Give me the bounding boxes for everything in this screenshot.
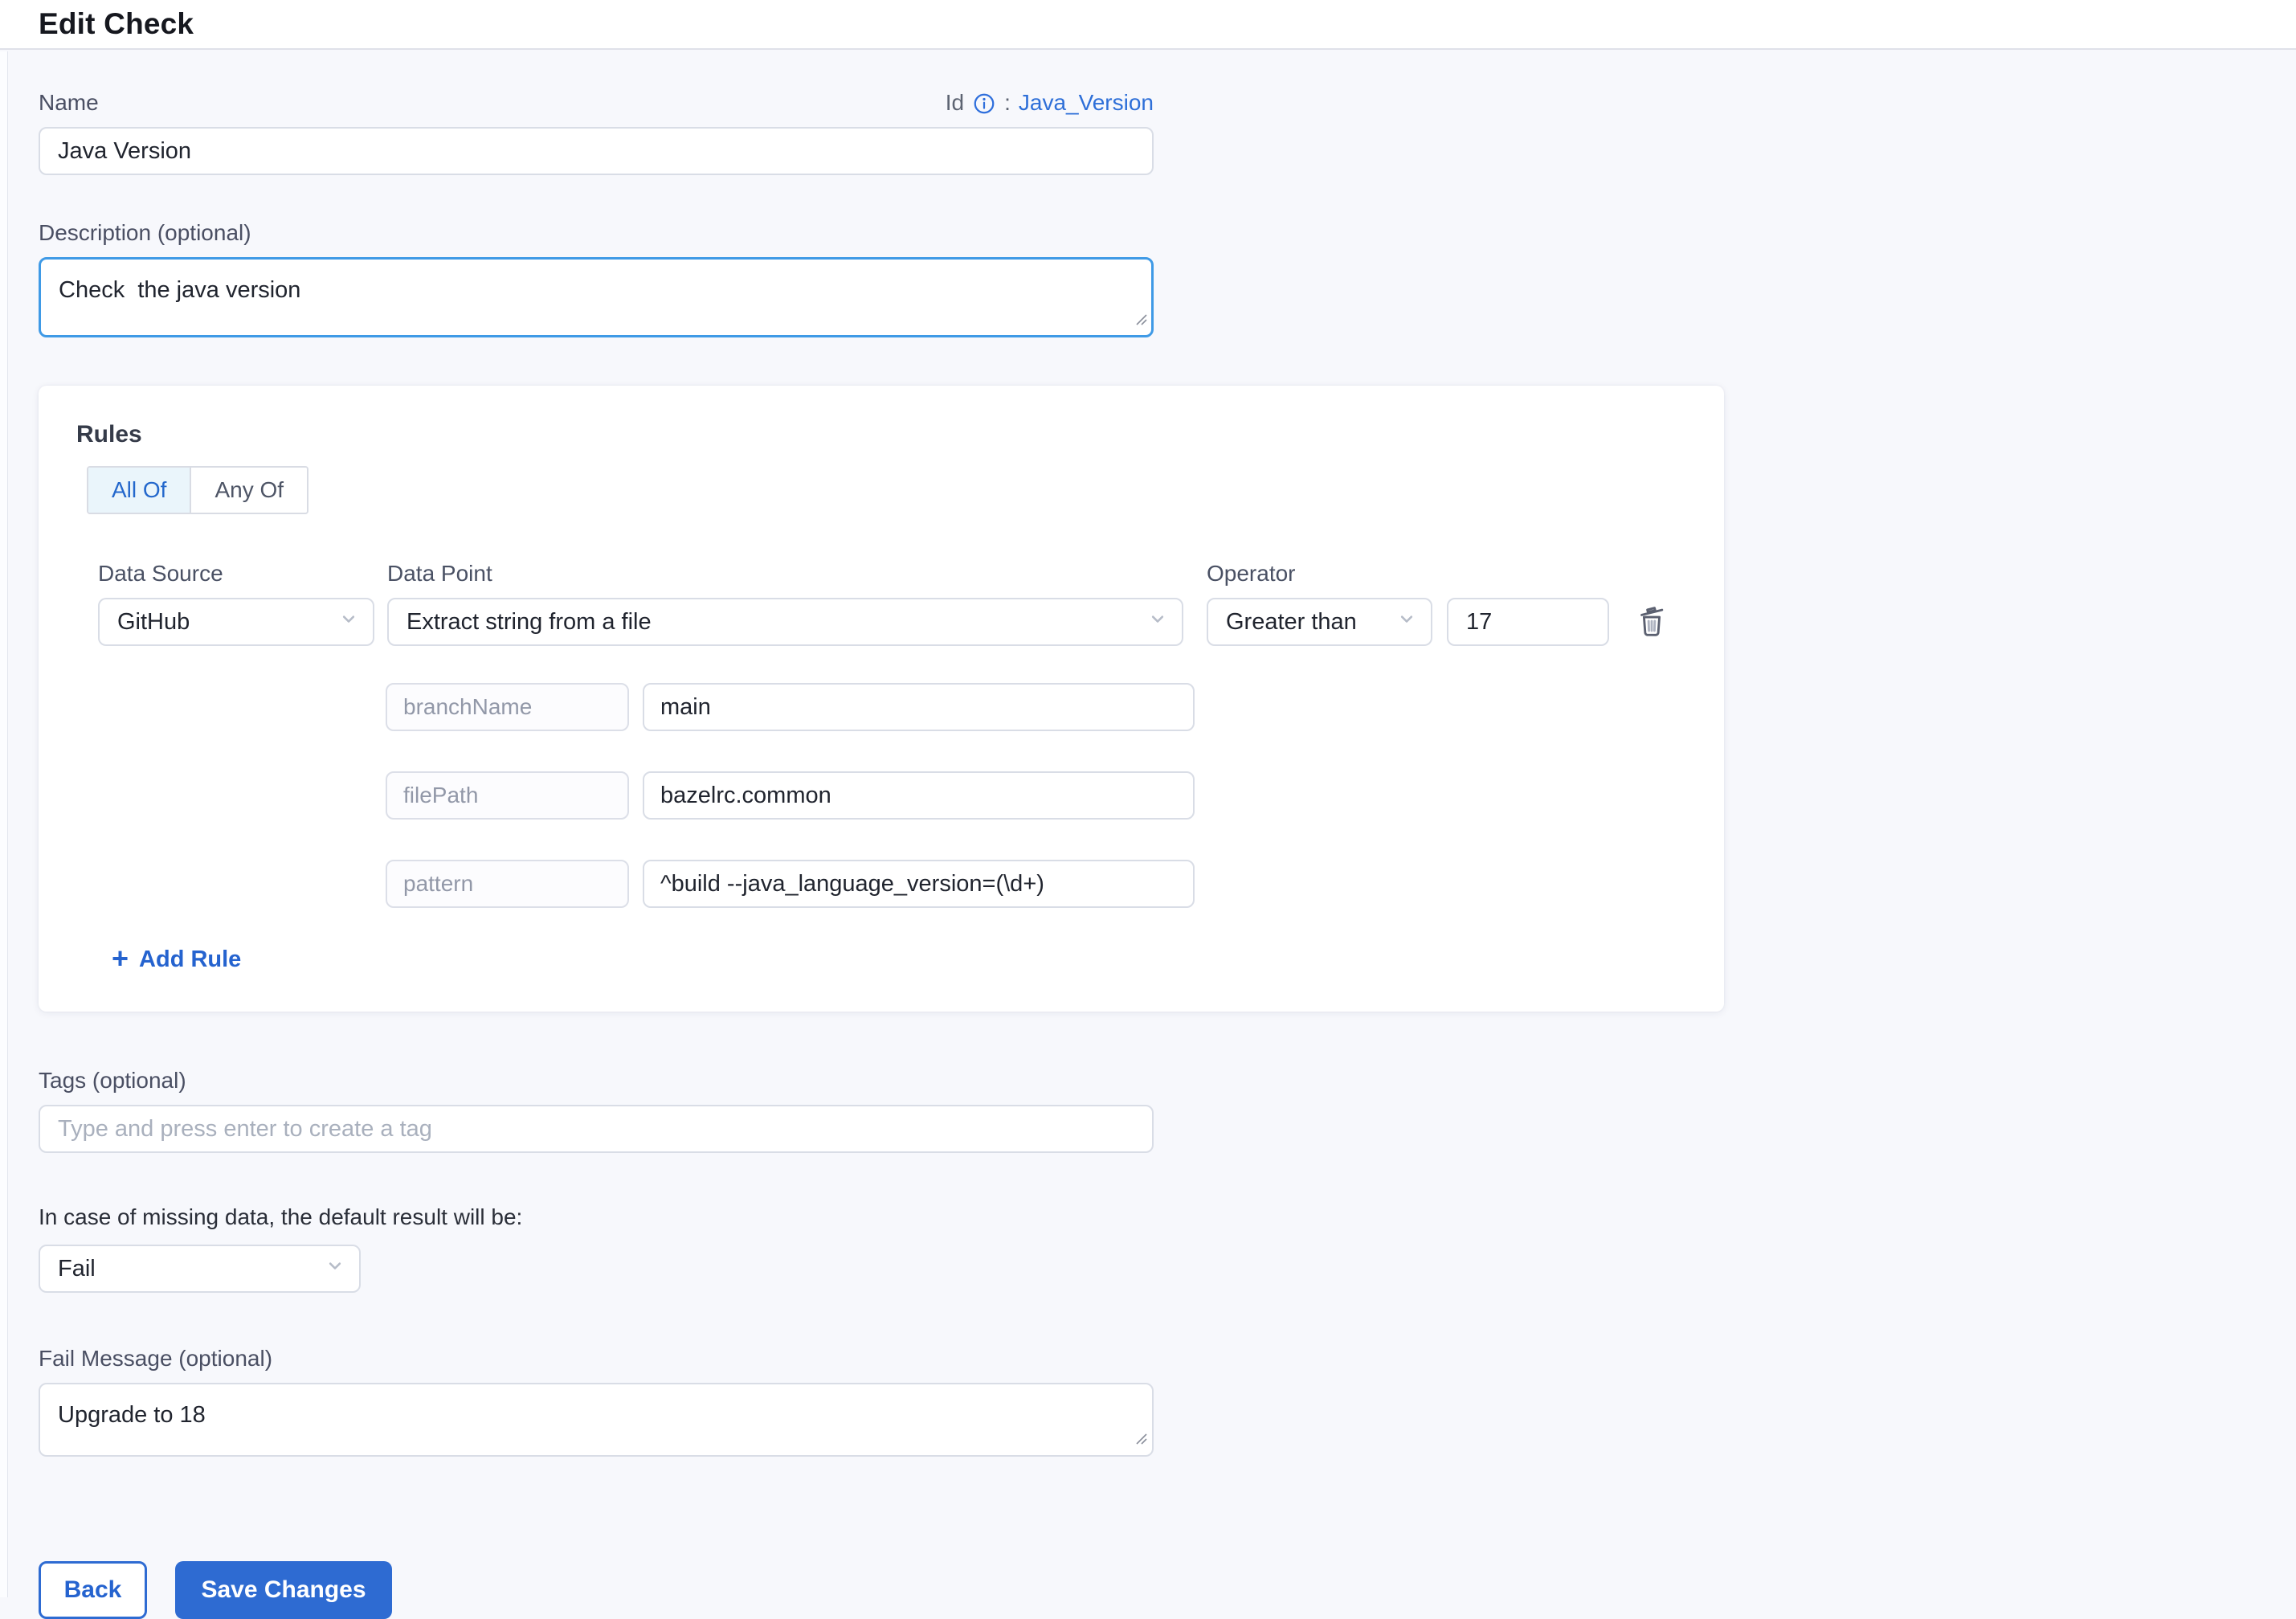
- fail-message-textarea[interactable]: Upgrade to 18: [39, 1383, 1154, 1457]
- back-button[interactable]: Back: [39, 1561, 147, 1619]
- chevron-down-icon: [337, 607, 360, 636]
- data-point-select[interactable]: Extract string from a file: [387, 598, 1183, 646]
- param-row: pattern: [76, 860, 1686, 908]
- left-rail: [0, 51, 8, 1597]
- chevron-down-icon: [324, 1254, 346, 1283]
- check-id-line: Id : Java_Version: [946, 90, 1154, 116]
- name-field-header: Name Id : Java_Version: [39, 90, 1154, 116]
- rule-row: GitHub Extract string from a file Greate…: [76, 598, 1686, 646]
- resize-grip-icon[interactable]: [1134, 1431, 1148, 1449]
- check-id-link[interactable]: Java_Version: [1019, 90, 1154, 116]
- form-actions: Back Save Changes: [39, 1561, 2296, 1619]
- toggle-any-of[interactable]: Any Of: [191, 468, 307, 513]
- rules-heading: Rules: [76, 421, 1686, 448]
- param-name-filepath: filePath: [386, 771, 629, 820]
- param-name-pattern: pattern: [386, 860, 629, 908]
- id-separator: :: [1004, 90, 1011, 116]
- fail-message-wrap: Upgrade to 18: [39, 1383, 1154, 1457]
- data-point-label: Data Point: [387, 561, 1207, 587]
- fail-message-label: Fail Message (optional): [39, 1346, 2296, 1372]
- missing-data-value: Fail: [58, 1256, 96, 1282]
- plus-icon: +: [112, 944, 129, 973]
- data-source-value: GitHub: [117, 609, 190, 636]
- rules-card: Rules All Of Any Of Data Source Data Poi…: [39, 386, 1724, 1012]
- param-value-branchname[interactable]: [643, 683, 1195, 731]
- tags-input[interactable]: [39, 1105, 1154, 1153]
- tags-label: Tags (optional): [39, 1068, 2296, 1094]
- page-header: Edit Check: [0, 0, 2296, 50]
- chevron-down-icon: [1146, 607, 1169, 636]
- param-row: branchName: [76, 683, 1686, 731]
- param-value-pattern[interactable]: [643, 860, 1195, 908]
- missing-data-select[interactable]: Fail: [39, 1245, 361, 1293]
- operator-select[interactable]: Greater than: [1207, 598, 1432, 646]
- operator-value: Greater than: [1226, 609, 1357, 636]
- description-wrap: Check the java version: [39, 257, 1154, 337]
- name-label: Name: [39, 90, 99, 116]
- name-input[interactable]: [39, 127, 1154, 175]
- toggle-all-of[interactable]: All Of: [88, 468, 191, 513]
- delete-rule-button[interactable]: [1630, 599, 1673, 645]
- description-label: Description (optional): [39, 220, 2296, 246]
- param-name-branchname: branchName: [386, 683, 629, 731]
- info-icon[interactable]: [972, 92, 996, 116]
- trash-icon: [1633, 603, 1670, 642]
- page-title: Edit Check: [39, 7, 194, 41]
- add-rule-label: Add Rule: [139, 946, 241, 973]
- data-source-label: Data Source: [98, 561, 387, 587]
- save-changes-button[interactable]: Save Changes: [175, 1561, 392, 1619]
- param-value-filepath[interactable]: [643, 771, 1195, 820]
- add-rule-button[interactable]: + Add Rule: [112, 946, 241, 973]
- data-point-value: Extract string from a file: [406, 609, 652, 636]
- operand-input[interactable]: [1447, 598, 1609, 646]
- data-source-select[interactable]: GitHub: [98, 598, 374, 646]
- missing-data-label: In case of missing data, the default res…: [39, 1204, 2296, 1230]
- resize-grip-icon[interactable]: [1134, 312, 1148, 330]
- chevron-down-icon: [1395, 607, 1418, 636]
- operator-label: Operator: [1207, 561, 1296, 587]
- edit-check-form: Name Id : Java_Version Description (opti…: [0, 90, 2296, 1619]
- param-row: filePath: [76, 771, 1686, 820]
- id-label: Id: [946, 90, 964, 116]
- rule-column-labels: Data Source Data Point Operator: [76, 561, 1686, 587]
- match-toggle: All Of Any Of: [87, 466, 308, 514]
- description-textarea[interactable]: Check the java version: [39, 257, 1154, 337]
